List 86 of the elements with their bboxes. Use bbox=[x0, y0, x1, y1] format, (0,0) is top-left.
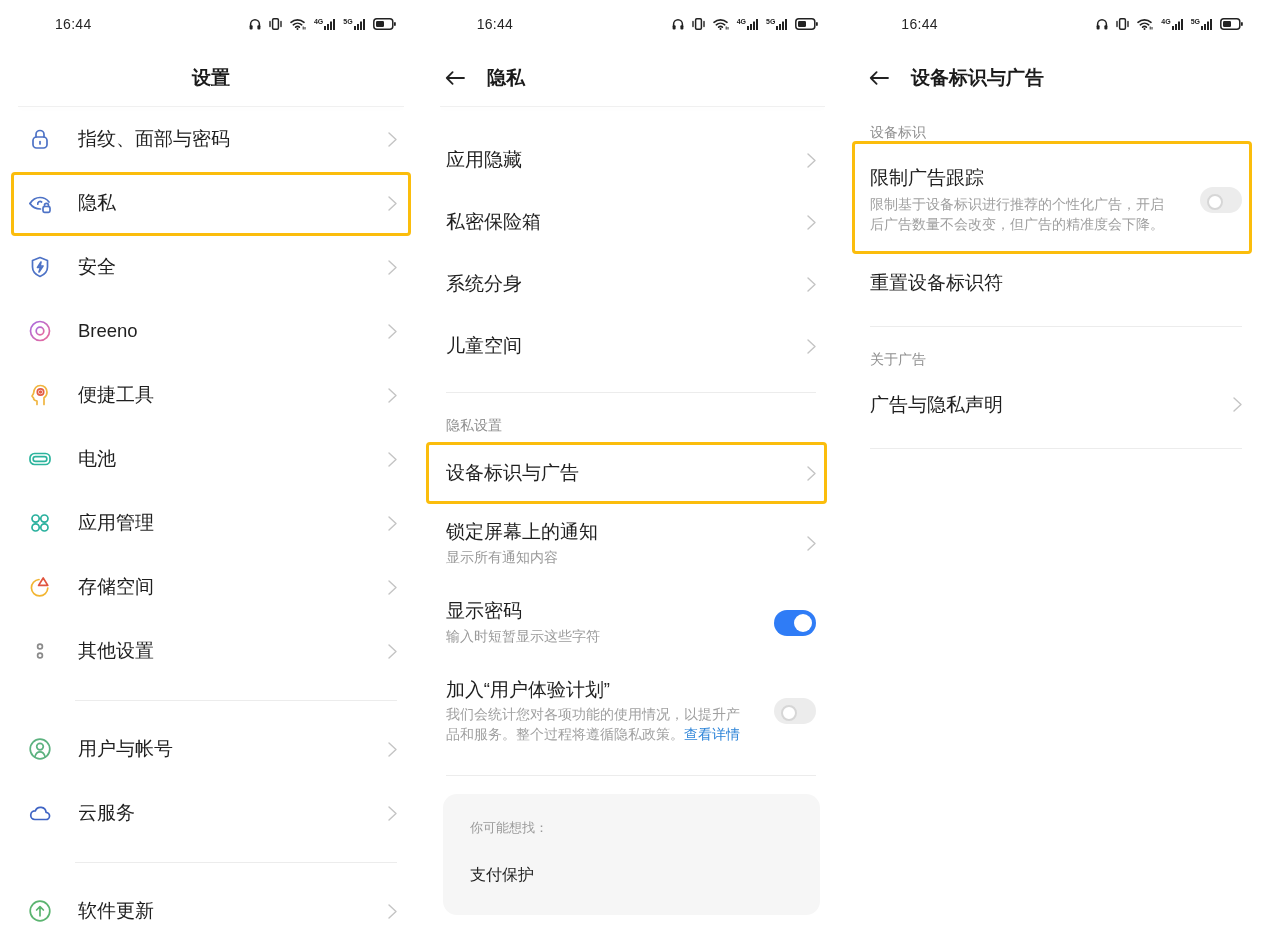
signal-icon bbox=[1201, 19, 1212, 30]
setting-label[interactable]: 重置设备标识符 bbox=[870, 270, 1004, 295]
vibrate-icon bbox=[1116, 18, 1130, 30]
setting-label[interactable]: 系统分身 bbox=[445, 272, 522, 296]
toggle-switch[interactable] bbox=[774, 698, 817, 724]
wifi-icon bbox=[712, 18, 729, 30]
setting-label: 显示密码 bbox=[445, 599, 522, 623]
headphones-icon bbox=[248, 18, 261, 30]
setting-label[interactable]: 便捷工具 bbox=[78, 383, 154, 407]
battery-icon bbox=[795, 18, 819, 30]
setting-label[interactable]: Breeno bbox=[78, 319, 138, 343]
setting-description: 我们会统计您对各项功能的使用情况，以提升产品和服务。整个过程将遵循隐私政策。查看详情 bbox=[445, 705, 741, 744]
setting-label: 限制广告跟踪 bbox=[870, 166, 985, 190]
section-header: 关于广告 bbox=[870, 351, 927, 368]
page-title: 设置 bbox=[191, 66, 230, 90]
signal-icon bbox=[324, 19, 336, 30]
setting-label[interactable]: 云服务 bbox=[78, 801, 135, 825]
toggle-switch[interactable] bbox=[774, 609, 817, 636]
chevron-right-icon bbox=[387, 195, 397, 211]
back-arrow-icon[interactable] bbox=[869, 71, 890, 85]
signal-icon bbox=[353, 19, 365, 30]
four-circles-icon bbox=[28, 511, 52, 535]
setting-label: 加入“用户体验计划” bbox=[445, 678, 610, 702]
chevron-right-icon bbox=[387, 741, 397, 757]
setting-label[interactable]: 私密保险箱 bbox=[445, 210, 541, 234]
details-link[interactable]: 查看详情 bbox=[683, 726, 740, 742]
chevron-right-icon bbox=[807, 338, 817, 354]
chevron-right-icon bbox=[387, 131, 397, 147]
chevron-right-icon bbox=[807, 276, 817, 292]
vibrate-icon bbox=[268, 18, 282, 30]
setting-label[interactable]: 指纹、面部与密码 bbox=[78, 127, 230, 151]
chevron-right-icon bbox=[387, 323, 397, 339]
setting-label[interactable]: 应用隐藏 bbox=[445, 148, 522, 172]
headphones-icon bbox=[1096, 18, 1109, 30]
chevron-right-icon bbox=[387, 903, 397, 919]
setting-label[interactable]: 锁定屏幕上的通知 bbox=[445, 520, 598, 544]
wifi-icon bbox=[289, 18, 306, 30]
suggestion-item[interactable]: 支付保护 bbox=[469, 864, 534, 886]
chevron-right-icon bbox=[807, 536, 817, 551]
chevron-right-icon bbox=[387, 515, 397, 531]
page-title: 设备标识与广告 bbox=[911, 66, 1045, 90]
status-time: 16:44 bbox=[901, 16, 938, 32]
chevron-right-icon bbox=[1233, 397, 1242, 412]
chevron-right-icon bbox=[387, 451, 397, 467]
user-circle-icon bbox=[28, 737, 52, 761]
setting-label[interactable]: 其他设置 bbox=[78, 639, 154, 663]
setting-label[interactable]: 儿童空间 bbox=[445, 334, 522, 358]
chevron-right-icon bbox=[807, 465, 817, 481]
chevron-right-icon bbox=[387, 805, 397, 821]
headphones-icon bbox=[671, 18, 684, 30]
arrow-up-circle-icon bbox=[28, 899, 52, 923]
chevron-right-icon bbox=[387, 387, 397, 403]
chevron-right-icon bbox=[387, 643, 397, 659]
toggle-switch[interactable] bbox=[1200, 187, 1242, 213]
setting-subtitle: 显示所有通知内容 bbox=[445, 548, 558, 567]
setting-subtitle: 输入时短暂显示这些字符 bbox=[445, 627, 600, 646]
signal-icon bbox=[1171, 19, 1183, 30]
setting-label[interactable]: 应用管理 bbox=[78, 511, 154, 535]
pie-chart-icon bbox=[28, 575, 52, 599]
wifi-icon bbox=[1137, 18, 1154, 30]
section-header: 隐私设置 bbox=[445, 417, 502, 434]
signal-icon bbox=[776, 19, 788, 30]
setting-label[interactable]: 软件更新 bbox=[78, 899, 154, 923]
status-time: 16:44 bbox=[55, 16, 92, 32]
chevron-right-icon bbox=[387, 259, 397, 275]
suggestion-title: 你可能想找： bbox=[469, 819, 548, 837]
chevron-right-icon bbox=[807, 152, 817, 168]
chevron-right-icon bbox=[387, 579, 397, 595]
setting-label[interactable]: 设备标识与广告 bbox=[445, 461, 579, 485]
page-title: 隐私 bbox=[486, 66, 525, 90]
status-time: 16:44 bbox=[476, 16, 514, 32]
back-arrow-icon[interactable] bbox=[444, 71, 465, 85]
setting-label[interactable]: 用户与帐号 bbox=[78, 737, 173, 761]
setting-label[interactable]: 电池 bbox=[78, 447, 116, 471]
chevron-right-icon bbox=[807, 214, 817, 230]
vibrate-icon bbox=[691, 18, 705, 30]
setting-label[interactable]: 广告与隐私声明 bbox=[870, 392, 1004, 417]
battery-icon bbox=[372, 18, 396, 30]
battery-icon bbox=[1220, 18, 1243, 30]
ring-icon bbox=[28, 319, 52, 343]
section-header: 设备标识 bbox=[870, 124, 927, 141]
setting-label[interactable]: 存储空间 bbox=[78, 575, 154, 599]
setting-label[interactable]: 隐私 bbox=[78, 191, 116, 215]
setting-description: 限制基于设备标识进行推荐的个性化广告，开启后广告数量不会改变，但广告的精准度会下降。 bbox=[870, 195, 1166, 234]
setting-label[interactable]: 安全 bbox=[78, 255, 116, 279]
signal-icon bbox=[747, 19, 758, 30]
